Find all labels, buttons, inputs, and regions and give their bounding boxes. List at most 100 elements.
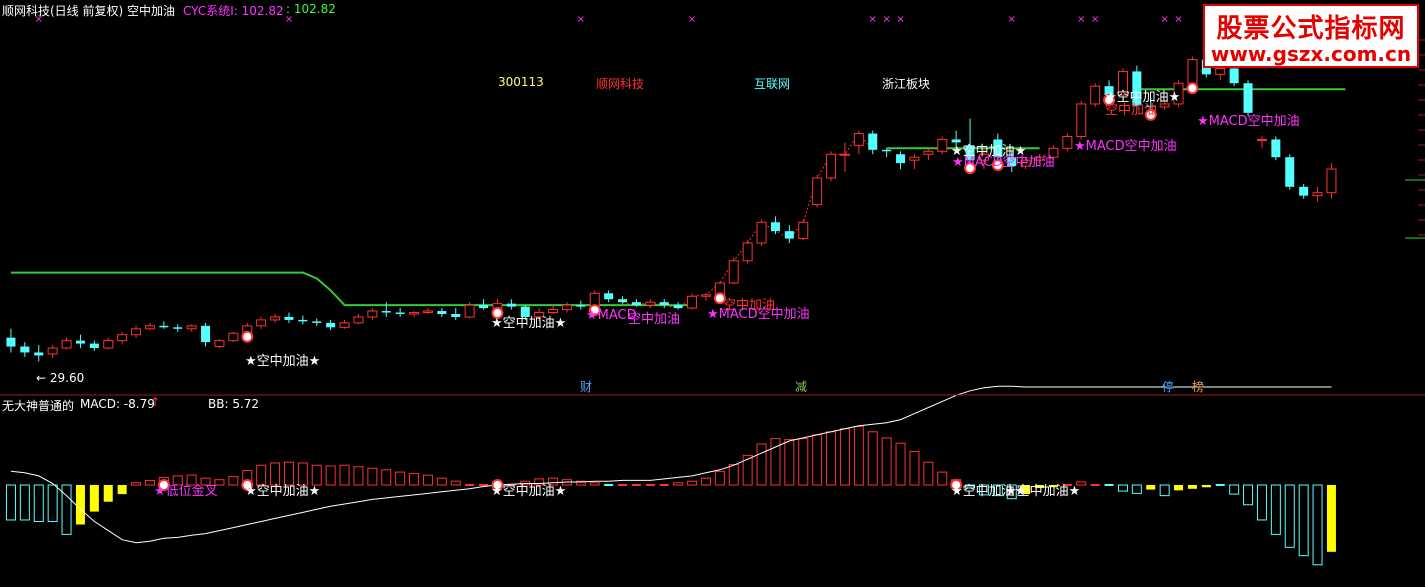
- candle-body-up: [1187, 59, 1198, 84]
- candle-body-up: [923, 150, 934, 155]
- signal-refuel-plain-1: 空中加油: [628, 312, 681, 327]
- macd-bar-positive: [367, 467, 378, 486]
- macd-bar-negative: [19, 484, 30, 521]
- macd-bar-negative-rising: [1201, 485, 1211, 488]
- candle-body-up: [103, 340, 114, 349]
- candle-body-down: [298, 319, 308, 322]
- candle-body-down: [381, 311, 391, 313]
- candle-body-down: [604, 293, 614, 300]
- macd-bar-positive: [228, 476, 239, 486]
- region-label: 浙江板块: [882, 77, 931, 91]
- candle-body-up: [270, 316, 281, 321]
- macd-bar-positive: [700, 477, 711, 486]
- candle-body-up: [812, 177, 823, 206]
- top-x-marker: ×: [688, 14, 696, 25]
- candle-body-down: [576, 305, 586, 307]
- macd-bar-positive: [381, 469, 392, 486]
- top-x-marker: ×: [896, 14, 904, 25]
- candle-body-down: [451, 314, 461, 317]
- candle-body-up: [256, 319, 267, 327]
- candle-body-up: [798, 221, 809, 240]
- candle-body-up: [1256, 138, 1267, 141]
- candle-body-down: [1299, 186, 1309, 196]
- macd-bar-negative: [1229, 484, 1240, 495]
- macd-bar-positive: [923, 461, 934, 486]
- candle-body-up: [131, 328, 142, 336]
- macd-bar-negative: [1298, 484, 1309, 557]
- candle-body-up: [728, 260, 739, 284]
- signal-lower-refuel-1: ★空中加油★: [245, 484, 321, 499]
- top-x-marker: ×: [882, 14, 890, 25]
- macd-bar-negative: [5, 484, 16, 521]
- macd-bar-positive: [409, 473, 420, 486]
- macd-bar-positive: [395, 471, 406, 486]
- macd-bar-negative: [1312, 484, 1323, 566]
- candle-body-down: [326, 322, 336, 328]
- signal-lower-refuel-4: ★空中加油★: [1005, 484, 1081, 499]
- candle-body-down: [631, 302, 641, 306]
- candle-body-up: [1090, 85, 1101, 105]
- macd-bar-positive: [909, 451, 920, 486]
- macd-bar-positive: [895, 442, 906, 486]
- macd-bar-positive: [937, 471, 948, 486]
- candle-body-up: [422, 310, 433, 314]
- macd-bar-negative: [1131, 484, 1142, 494]
- macd-bar-negative: [1159, 484, 1170, 497]
- macd-bar-negative: [1117, 484, 1128, 492]
- candle-body-up: [937, 138, 948, 152]
- top-x-marker: ×: [577, 14, 585, 25]
- badge-rank[interactable]: 榜: [1190, 380, 1206, 394]
- candle-body-down: [1271, 139, 1281, 158]
- candle-body-up: [561, 304, 572, 311]
- candle-body-down: [770, 222, 780, 232]
- badge-halt[interactable]: 停: [1160, 380, 1176, 394]
- macd-bar-positive: [673, 482, 684, 486]
- candle-body-up: [756, 221, 767, 244]
- cyc-value: : 102.82: [286, 2, 336, 16]
- candle-body-down: [75, 340, 85, 344]
- macd-bar-positive: [436, 477, 447, 486]
- top-x-marker: ×: [1160, 14, 1168, 25]
- candle-body-down: [312, 321, 322, 323]
- candle-body-up: [645, 301, 656, 306]
- macd-bar-positive: [589, 482, 600, 486]
- candle-body-down: [882, 149, 892, 152]
- candle-body-down: [506, 303, 516, 307]
- stock-code: 300113: [498, 75, 544, 89]
- candle-body-down: [6, 337, 16, 347]
- candle-body-down: [618, 299, 628, 303]
- watermark-line1: 股票公式指标网: [1216, 14, 1406, 44]
- macd-bar-positive: [422, 474, 433, 486]
- candle-body-down: [173, 327, 183, 329]
- candle-body-up: [700, 294, 711, 297]
- candle-body-up: [839, 153, 850, 156]
- candle-body-down: [479, 305, 489, 309]
- candle-body-up: [186, 325, 197, 330]
- candle-body-up: [1076, 103, 1087, 138]
- macd-bar-negative: [1243, 484, 1254, 506]
- badge-finance[interactable]: 财: [578, 380, 595, 394]
- watermark-line2: www.gszx.com.cn: [1210, 42, 1412, 66]
- signal-refuel-plain-3: 空中加油: [1105, 103, 1158, 118]
- cyc-label: CYC系统I: 102.82: [183, 4, 284, 18]
- macd-bar-negative-rising: [1146, 485, 1156, 490]
- macd-bar-positive: [728, 463, 739, 486]
- signal-refuel-2: ★空中加油★: [491, 316, 567, 331]
- candle-body-up: [214, 340, 225, 348]
- macd-bar-positive: [881, 437, 892, 486]
- candle-body-down: [896, 154, 906, 164]
- candle-body-up: [367, 310, 378, 318]
- signal-marker: [241, 330, 254, 343]
- macd-bar-positive: [353, 466, 364, 486]
- candle-body-down: [868, 133, 878, 150]
- macd-bar-negative-rising: [1326, 485, 1336, 552]
- candle-body-down: [1285, 157, 1295, 187]
- candle-body-down: [395, 312, 405, 314]
- badge-reduce[interactable]: 减: [793, 380, 809, 394]
- macd-bar-positive: [853, 425, 864, 486]
- macd-bar-positive: [131, 482, 142, 486]
- macd-bar-positive: [867, 431, 878, 486]
- candle-body-down: [89, 343, 99, 349]
- macd-bar-negative-rising: [89, 485, 99, 512]
- candle-body-down: [284, 316, 294, 320]
